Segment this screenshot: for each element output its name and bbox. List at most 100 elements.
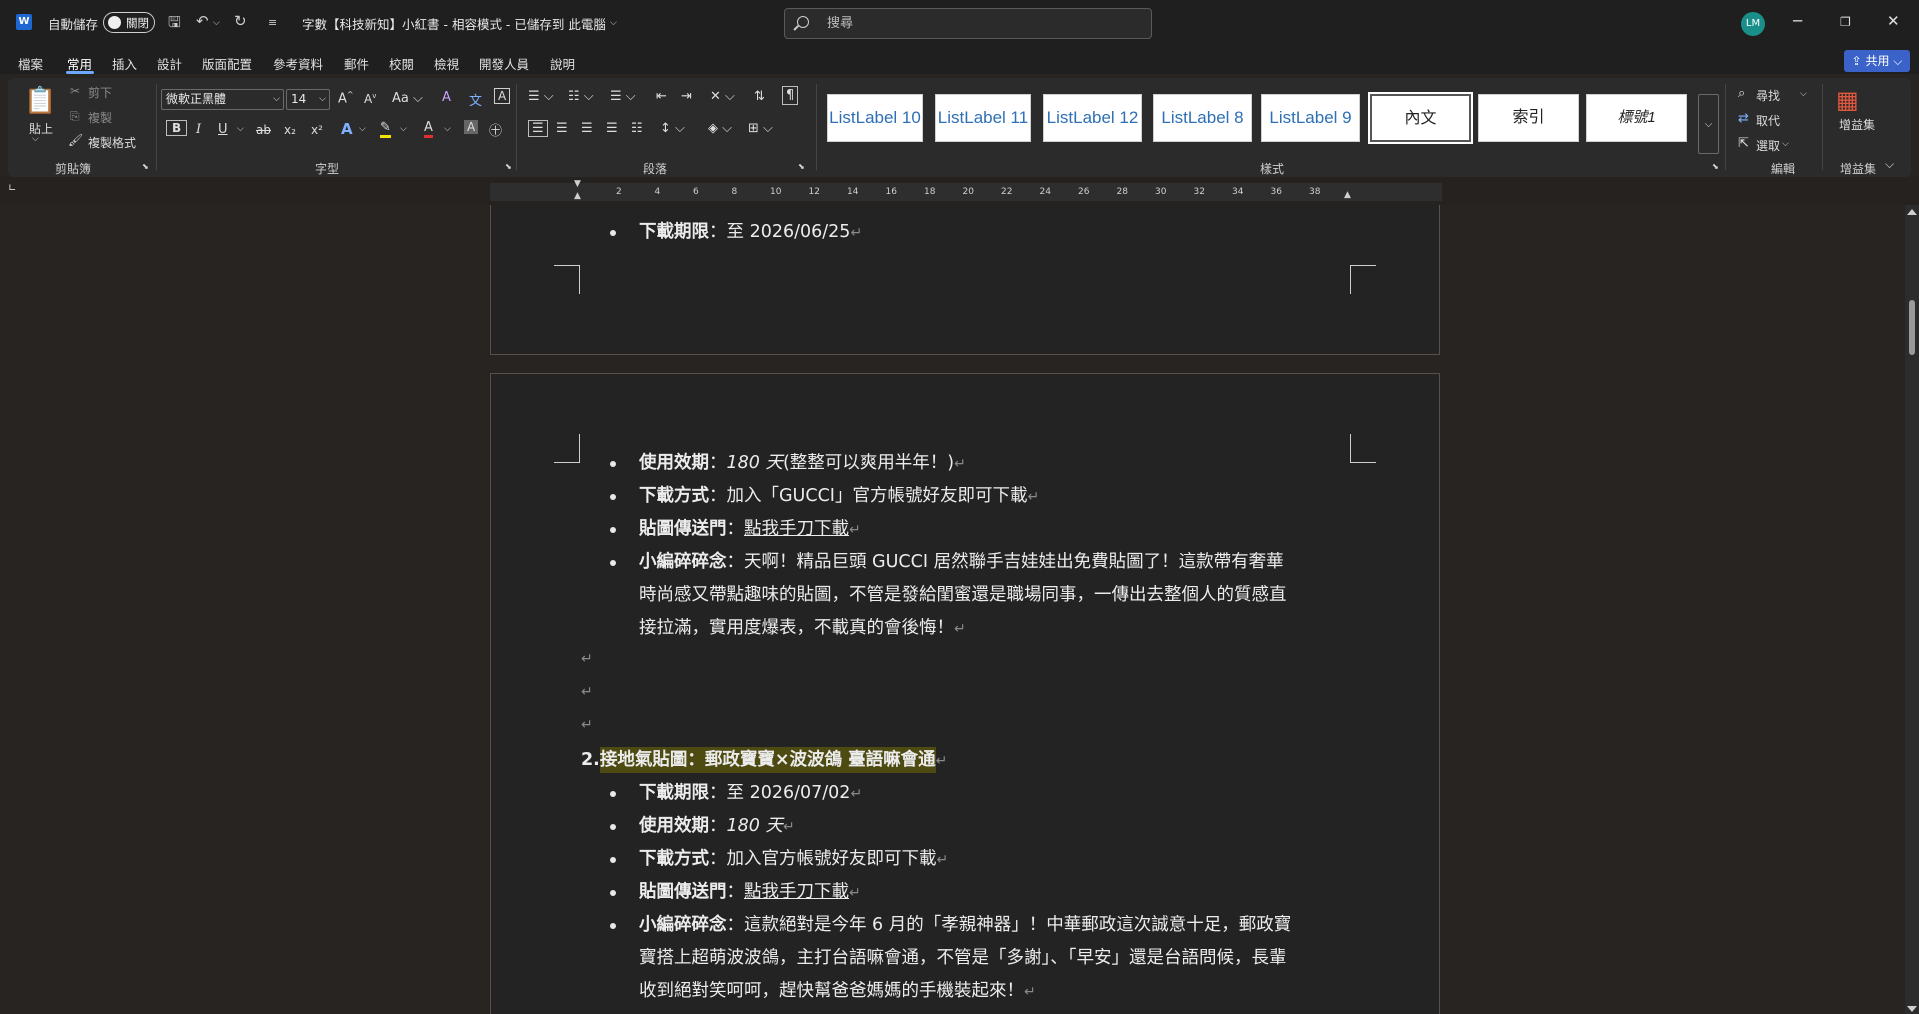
autosave-toggle[interactable]: 關閉 [103,12,155,33]
highlight-dropdown-icon[interactable]: ⌵ [400,124,407,134]
list-item[interactable]: 小編碎碎念：這款絕對是今年 6 月的「孝親神器」！中華郵政這次誠意十足，郵政寶 [639,911,1291,936]
character-shading-icon[interactable]: A [464,120,479,134]
empty-paragraph-mark[interactable]: ↵ [581,651,593,667]
list-item[interactable]: 使用效期：180 天(整整可以爽用半年！)↵ [639,449,966,474]
distributed-icon[interactable]: ☷ [631,121,643,136]
sort-icon[interactable]: ⇅ [754,89,765,104]
asian-layout-icon[interactable]: ✕ ⌵ [710,89,735,104]
empty-paragraph-mark[interactable]: ↵ [581,717,593,733]
tab-review[interactable]: 校閱 [389,54,414,73]
numbering-icon[interactable]: ☷ ⌵ [568,89,594,104]
superscript-icon[interactable]: x² [311,123,323,137]
hanging-indent-icon[interactable]: ▲ [574,191,581,201]
character-border-icon[interactable]: A [494,88,511,104]
select-label[interactable]: 選取 [1756,137,1780,154]
justify-icon[interactable]: ☰ [606,121,618,136]
collapse-ribbon-icon[interactable]: ⌵ [1885,157,1894,172]
paste-dropdown-icon[interactable]: ⌵ [32,134,39,144]
document-canvas[interactable]: 下載期限：至 2026/06/25↵ 使用效期：180 天(整整可以爽用半年！)… [0,205,1905,1014]
redo-icon[interactable]: ↻ [234,12,247,30]
save-icon[interactable]: 🖫 [168,12,181,37]
decrease-indent-icon[interactable]: ⇤ [656,89,667,104]
paragraph-launcher-icon[interactable]: ⬊ [798,162,805,171]
list-item-continuation[interactable]: 接拉滿，實用度爆表，不載真的會後悔！↵ [639,614,966,639]
align-left-icon[interactable]: ☰ [528,120,548,137]
shrink-font-icon[interactable]: Av [364,92,376,106]
list-item[interactable]: 小編碎碎念：天啊！精品巨頭 GUCCI 居然聯手吉娃娃出免費貼圖了！這款帶有奢華 [639,548,1284,573]
scroll-thumb[interactable] [1909,300,1915,355]
align-right-icon[interactable]: ☰ [581,121,593,136]
download-link[interactable]: 點我手刀下載 [744,519,849,539]
right-indent-icon[interactable]: ▲ [1344,190,1351,200]
clipboard-launcher-icon[interactable]: ⬊ [142,162,149,171]
restore-icon[interactable]: ❐ [1840,15,1851,29]
bullets-icon[interactable]: ☰ ⌵ [528,89,554,104]
tab-selector-icon[interactable]: ∟ [8,183,16,194]
undo-dropdown-icon[interactable]: ⌵ [213,18,220,28]
find-dropdown-icon[interactable]: ⌵ [1800,89,1807,99]
borders-icon[interactable]: ⊞ ⌵ [748,121,773,136]
document-page[interactable]: 使用效期：180 天(整整可以爽用半年！)↵ 下載方式：加入「GUCCI」官方帳… [490,373,1440,1014]
font-family-select[interactable]: 微軟正黑體 ⌵ [161,89,284,110]
grow-font-icon[interactable]: A^ [338,90,354,106]
indent-marker-icon[interactable]: ▼ [574,179,581,189]
line-spacing-icon[interactable]: ↕ ⌵ [660,121,685,136]
underline-icon[interactable]: U [218,122,228,137]
strikethrough-icon[interactable]: ab [256,123,271,137]
tab-view[interactable]: 檢視 [434,54,459,73]
list-item[interactable]: 下載期限：至 2026/06/25↵ [639,218,862,243]
empty-paragraph-mark[interactable]: ↵ [581,684,593,700]
phonetic-guide-icon[interactable]: 文 [469,90,482,109]
show-marks-icon[interactable]: ¶ [782,86,799,105]
styles-more-icon[interactable]: ⌵ [1698,94,1719,154]
style-listlabel-10[interactable]: ListLabel 10 [827,94,923,142]
styles-launcher-icon[interactable]: ⬊ [1712,162,1719,171]
document-page[interactable]: 下載期限：至 2026/06/25↵ [490,205,1440,355]
addins-button-label[interactable]: 增益集 [1837,118,1877,132]
list-item[interactable]: 下載方式：加入「GUCCI」官方帳號好友即可下載↵ [639,482,1039,507]
highlight-icon[interactable]: ✎ [380,120,391,138]
tab-references[interactable]: 參考資料 [273,54,323,73]
font-color-icon[interactable]: A [424,120,433,138]
format-painter-label[interactable]: 複製格式 [88,134,136,151]
download-link[interactable]: 點我手刀下載 [744,882,849,902]
list-item-continuation[interactable]: 寶搭上超萌波波鴿，主打台語嘛會通，不管是「多謝」、「早安」還是台語問候，長輩 [639,944,1287,969]
multilevel-list-icon[interactable]: ☰ ⌵ [610,89,636,104]
tab-insert[interactable]: 插入 [112,54,137,73]
style-listlabel-9[interactable]: ListLabel 9 [1261,94,1360,142]
title-dropdown-icon[interactable]: ⌵ [610,18,617,28]
increase-indent-icon[interactable]: ⇥ [681,89,692,104]
undo-icon[interactable]: ↶ [196,12,209,30]
paste-icon[interactable]: 📋 [24,86,56,116]
avatar[interactable]: LM [1741,12,1765,36]
close-icon[interactable]: ✕ [1887,12,1900,30]
format-painter-icon[interactable]: 🖌 [68,133,83,147]
clear-formatting-icon[interactable]: A [442,90,451,105]
find-icon[interactable]: ⌕ [1738,86,1745,101]
text-effects-dropdown-icon[interactable]: ⌵ [359,124,366,134]
find-label[interactable]: 尋找 [1756,87,1780,104]
font-size-select[interactable]: 14 ⌵ [286,89,330,110]
select-icon[interactable]: ⇱ [1738,136,1749,151]
text-effects-icon[interactable]: A [341,120,353,138]
replace-icon[interactable]: ⇄ [1738,111,1749,126]
font-launcher-icon[interactable]: ⬊ [505,162,512,171]
minimize-icon[interactable]: ─ [1793,12,1802,30]
bold-icon[interactable]: B [166,120,188,136]
list-item[interactable]: 貼圖傳送門：點我手刀下載↵ [639,878,861,903]
list-item[interactable]: 貼圖傳送門：點我手刀下載↵ [639,515,861,540]
underline-dropdown-icon[interactable]: ⌵ [237,124,244,134]
shading-icon[interactable]: ◈ ⌵ [708,121,732,136]
list-item-continuation[interactable]: 收到絕對笑呵呵，趕快幫爸爸媽媽的手機裝起來！↵ [639,977,1036,1002]
search-box[interactable]: 搜尋 [784,8,1152,39]
italic-icon[interactable]: I [196,122,201,137]
scroll-up-icon[interactable] [1907,209,1917,215]
scroll-down-icon[interactable] [1907,1006,1917,1012]
addins-icon[interactable]: ▦ [1836,86,1859,114]
document-title[interactable]: 字數【科技新知】小紅書 - 相容模式 - 已儲存到 此電腦 [302,14,606,33]
align-center-icon[interactable]: ☰ [556,121,568,136]
style-listlabel-8[interactable]: ListLabel 8 [1153,94,1252,142]
share-button[interactable]: ⇪ 共用 ⌵ [1844,50,1910,72]
font-color-dropdown-icon[interactable]: ⌵ [444,124,451,134]
tab-help[interactable]: 說明 [550,54,575,73]
